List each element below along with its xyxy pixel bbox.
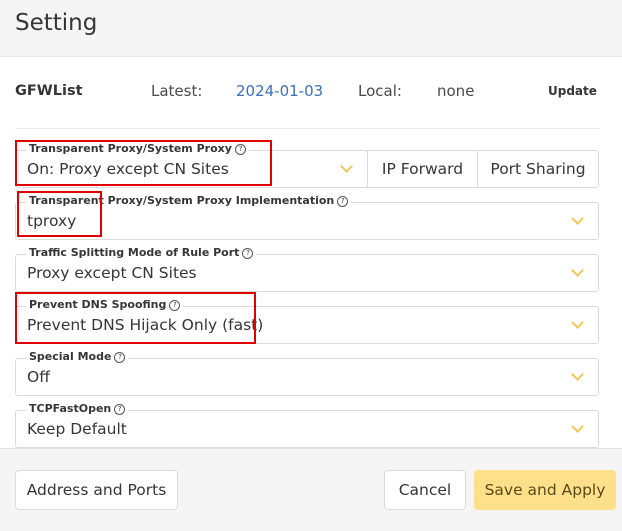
dns-spoofing-value: Prevent DNS Hijack Only (fast)	[27, 316, 264, 334]
tcp-fast-open-label: TCPFastOpen?	[26, 402, 129, 416]
special-mode-select[interactable]: Special Mode? Off	[15, 350, 599, 396]
tcp-fast-open-select[interactable]: TCPFastOpen? Keep Default	[15, 402, 599, 448]
chevron-down-icon	[571, 368, 584, 381]
question-circle-icon[interactable]: ?	[169, 300, 181, 311]
modal-header: Setting	[0, 0, 622, 57]
divider	[15, 128, 600, 129]
special-mode-label: Special Mode?	[26, 350, 129, 364]
gfwlist-local-value: none	[437, 82, 475, 100]
transparent-proxy-select[interactable]: Transparent Proxy/System Proxy? On: Prox…	[15, 142, 368, 188]
chevron-down-icon	[340, 160, 353, 173]
traffic-splitting-select[interactable]: Traffic Splitting Mode of Rule Port? Pro…	[15, 246, 599, 292]
implementation-value: tproxy	[27, 212, 77, 230]
implementation-label: Transparent Proxy/System Proxy Implement…	[26, 194, 352, 208]
gfwlist-latest-label: Latest:	[151, 82, 203, 100]
page-title: Setting	[15, 10, 98, 36]
gfwlist-latest-value[interactable]: 2024-01-03	[236, 80, 323, 102]
address-and-ports-button[interactable]: Address and Ports	[15, 470, 178, 510]
tcp-fast-open-value: Keep Default	[27, 420, 127, 438]
traffic-splitting-value: Proxy except CN Sites	[27, 264, 197, 282]
chevron-down-icon	[571, 212, 584, 225]
chevron-down-icon	[571, 264, 584, 277]
dns-spoofing-label: Prevent DNS Spoofing?	[26, 298, 184, 312]
question-circle-icon[interactable]: ?	[234, 144, 246, 155]
transparent-proxy-value: On: Proxy except CN Sites	[27, 160, 229, 178]
transparent-proxy-label: Transparent Proxy/System Proxy?	[26, 142, 249, 156]
dns-spoofing-select[interactable]: Prevent DNS Spoofing? Prevent DNS Hijack…	[15, 298, 599, 344]
port-sharing-button[interactable]: Port Sharing	[477, 150, 599, 188]
cancel-button[interactable]: Cancel	[384, 470, 466, 510]
gfwlist-local-label: Local:	[358, 82, 402, 100]
question-circle-icon[interactable]: ?	[337, 196, 349, 207]
question-circle-icon[interactable]: ?	[114, 404, 126, 415]
chevron-down-icon	[571, 420, 584, 433]
chevron-down-icon	[571, 316, 584, 329]
ip-forward-button[interactable]: IP Forward	[367, 150, 478, 188]
implementation-select[interactable]: Transparent Proxy/System Proxy Implement…	[15, 194, 599, 240]
gfwlist-title: GFWList	[15, 83, 83, 99]
modal-footer: Address and Ports Cancel Save and Apply	[0, 448, 622, 531]
question-circle-icon[interactable]: ?	[242, 248, 254, 259]
save-and-apply-button[interactable]: Save and Apply	[474, 470, 616, 510]
special-mode-value: Off	[27, 368, 50, 386]
update-button[interactable]: Update	[540, 80, 605, 102]
traffic-splitting-label: Traffic Splitting Mode of Rule Port?	[26, 246, 257, 260]
question-circle-icon[interactable]: ?	[114, 352, 126, 363]
